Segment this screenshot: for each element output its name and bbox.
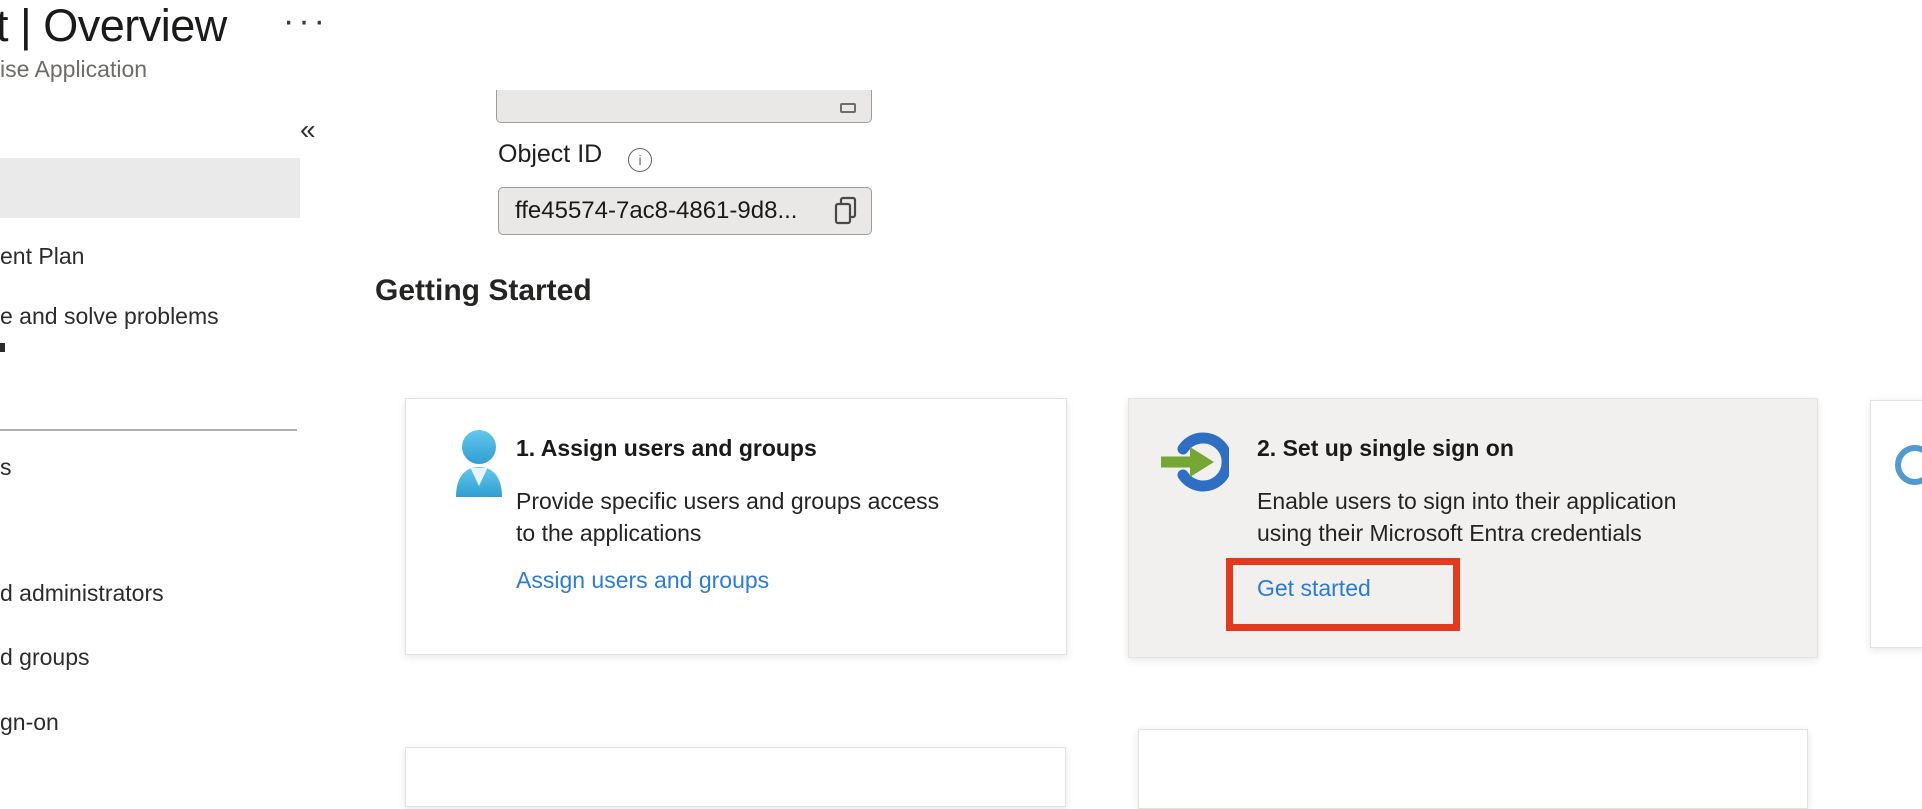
sidebar-item-roles-administrators[interactable]: d administrators xyxy=(0,580,164,607)
sign-in-arrow-icon xyxy=(1157,432,1229,497)
card-description: Enable users to sign into their applicat… xyxy=(1257,485,1676,549)
sidebar-item-single-sign-on[interactable]: gn-on xyxy=(0,709,59,736)
card-set-up-single-sign-on: 2. Set up single sign on Enable users to… xyxy=(1128,398,1818,658)
card-partial-bottom-left xyxy=(405,747,1066,807)
sidebar-collapse-icon[interactable]: « xyxy=(300,114,316,146)
sidebar-item-deployment-plan[interactable]: ent Plan xyxy=(0,243,84,270)
info-icon[interactable]: i xyxy=(628,148,652,172)
assign-users-groups-link[interactable]: Assign users and groups xyxy=(516,567,769,594)
card-partial-right xyxy=(1870,400,1922,648)
object-id-field[interactable]: ffe45574-7ac8-4861-9d8... xyxy=(498,187,872,235)
object-id-value: ffe45574-7ac8-4861-9d8... xyxy=(515,197,833,225)
card-title: 2. Set up single sign on xyxy=(1257,435,1514,462)
get-started-link[interactable]: Get started xyxy=(1257,575,1371,602)
sidebar-item-diagnose-solve-problems[interactable]: e and solve problems xyxy=(0,303,219,330)
page-title: t | Overview xyxy=(0,0,227,52)
getting-started-heading: Getting Started xyxy=(375,274,592,308)
card-title: 1. Assign users and groups xyxy=(516,435,817,462)
copy-icon[interactable] xyxy=(840,103,856,113)
card-partial-bottom-right xyxy=(1138,729,1808,809)
card-assign-users-groups: 1. Assign users and groups Provide speci… xyxy=(405,398,1067,655)
sidebar-item-users-groups[interactable]: d groups xyxy=(0,644,90,671)
user-icon xyxy=(448,429,510,502)
sidebar-item-selected[interactable] xyxy=(0,158,300,218)
sidebar-item-label-fragment xyxy=(0,343,5,352)
partial-ring-icon xyxy=(1893,443,1922,492)
object-id-label: Object ID xyxy=(498,140,602,169)
card-description: Provide specific users and groups access… xyxy=(516,485,939,549)
application-id-field-partial[interactable] xyxy=(496,90,872,123)
more-menu-icon[interactable]: ··· xyxy=(283,2,329,41)
sidebar-item-properties[interactable]: s xyxy=(0,454,12,481)
sidebar-divider xyxy=(0,429,297,431)
copy-icon[interactable] xyxy=(833,196,859,226)
page-subtitle: ise Application xyxy=(0,56,147,83)
